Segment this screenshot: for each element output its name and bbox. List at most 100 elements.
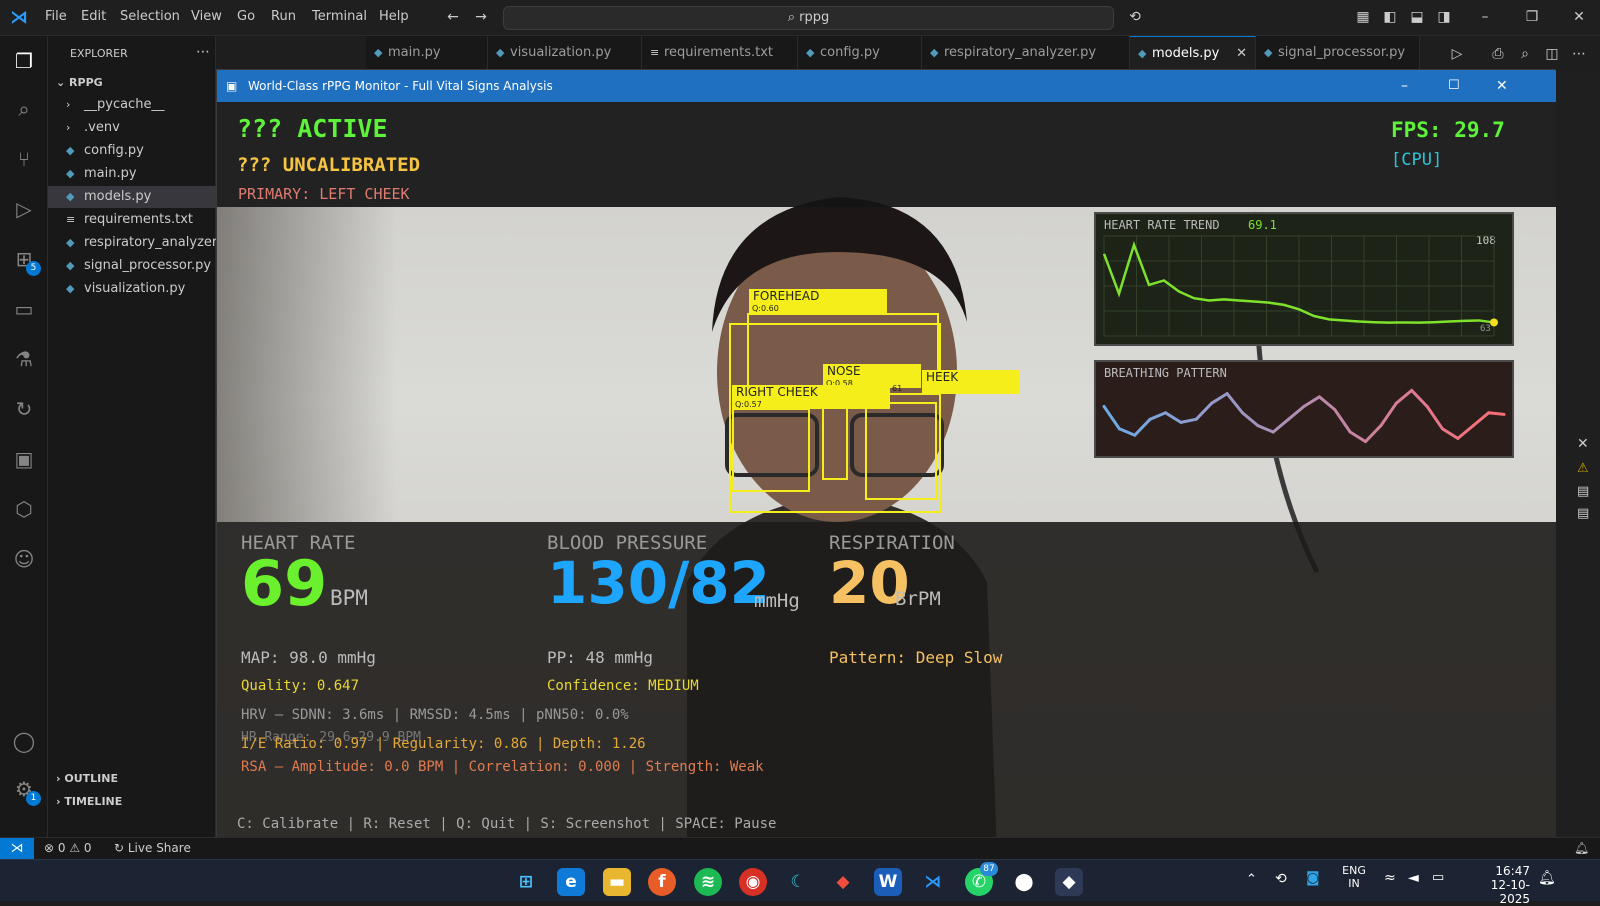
volume-icon[interactable]: ◄: [1408, 870, 1419, 886]
file-explorer-icon[interactable]: ▬: [603, 868, 631, 896]
git-diamond-icon[interactable]: ◆: [829, 868, 857, 896]
print-icon[interactable]: ⎙: [1489, 45, 1507, 63]
breathing-line-segment: [1164, 411, 1183, 424]
menu-view[interactable]: View: [191, 9, 222, 24]
menu-terminal[interactable]: Terminal: [312, 9, 367, 24]
remote-explorer-icon[interactable]: ▭: [10, 295, 38, 323]
sync-icon[interactable]: ⟲: [1275, 871, 1287, 887]
source-control-icon[interactable]: ⑂: [10, 145, 38, 173]
find-file-icon[interactable]: ⌕: [1516, 45, 1534, 63]
run-debug-icon[interactable]: ▷: [10, 195, 38, 223]
wifi-icon[interactable]: ≈: [1384, 870, 1396, 886]
ie-ratio-readout: I/E Ratio: 0.97 | Regularity: 0.86 | Dep…: [241, 736, 646, 752]
tab-visualization[interactable]: ◆ visualization.py: [488, 36, 642, 70]
notification-icon[interactable]: 🔔︎: [1538, 870, 1556, 886]
live-share-icon[interactable]: ↻: [10, 395, 38, 423]
run-file-icon[interactable]: ▷: [1448, 45, 1466, 63]
app-swirl-icon[interactable]: ☾: [784, 868, 812, 896]
breathing-line-segment: [1487, 411, 1506, 416]
command-search-input[interactable]: ⌕ rppg: [503, 6, 1114, 30]
menu-run[interactable]: Run: [271, 9, 296, 24]
battery-icon[interactable]: ▭: [1432, 870, 1444, 885]
python-window-icon[interactable]: ◆: [1055, 868, 1083, 896]
file-visualization[interactable]: ◆ visualization.py: [48, 278, 216, 300]
close-tab-icon[interactable]: ✕: [1236, 37, 1247, 71]
folder-pycache[interactable]: › __pycache__: [48, 94, 216, 116]
windows-start-icon[interactable]: ⊞: [512, 868, 540, 896]
tab-config[interactable]: ◆ config.py: [798, 36, 922, 70]
notifications-bell-icon[interactable]: 🔔︎: [1574, 841, 1589, 855]
containers-icon[interactable]: ⬡: [10, 495, 38, 523]
timeline-section[interactable]: › TIMELINE: [56, 795, 122, 808]
vscode-taskbar-icon[interactable]: ⋊: [919, 868, 947, 896]
toggle-sidebar-icon[interactable]: ◧: [1381, 8, 1399, 26]
terminal-icon[interactable]: ▤: [1577, 506, 1589, 521]
folder-venv[interactable]: › .venv: [48, 117, 216, 139]
minimize-icon[interactable]: –: [1476, 8, 1494, 26]
breathing-line-segment: [1225, 392, 1244, 415]
edge-browser-icon[interactable]: e: [557, 868, 585, 896]
window-close-icon[interactable]: ✕: [1496, 70, 1508, 102]
tab-requirements[interactable]: ≡ requirements.txt: [642, 36, 798, 70]
breathing-line-segment: [1287, 404, 1306, 421]
more-actions-icon[interactable]: ⋯: [196, 44, 210, 60]
rppg-monitor-window[interactable]: ▣ World-Class rPPG Monitor - Full Vital …: [216, 69, 1556, 852]
tab-respiratory-analyzer[interactable]: ◆ respiratory_analyzer.py: [922, 36, 1130, 70]
tab-signal-processor[interactable]: ◆ signal_processor.py: [1256, 36, 1420, 70]
toggle-panel-icon[interactable]: ⬓: [1408, 8, 1426, 26]
activity-bar: ❐ ⌕ ⑂ ▷ ⊞ 5 ▭ ⚗ ↻ ▣ ⬡ ☺ ◯ ⚙ 1: [0, 36, 48, 837]
close-icon[interactable]: ✕: [1570, 8, 1588, 26]
chrome-icon[interactable]: ◉: [739, 868, 767, 896]
word-icon[interactable]: W: [874, 868, 902, 896]
hr-trend-chart: [1102, 235, 1498, 337]
menu-selection[interactable]: Selection: [120, 9, 180, 24]
explorer-icon[interactable]: ❐: [10, 47, 38, 75]
menu-help[interactable]: Help: [379, 9, 409, 24]
account-icon[interactable]: ◯: [10, 727, 38, 755]
layout-customize-icon[interactable]: ▦: [1354, 8, 1372, 26]
app-tray-icon[interactable]: ◙: [1306, 870, 1320, 886]
editor-more-icon[interactable]: ⋯: [1570, 45, 1588, 63]
project-folder[interactable]: ⌄ RPPG: [56, 76, 103, 89]
testing-icon[interactable]: ⚗: [10, 345, 38, 373]
file-requirements[interactable]: ≡ requirements.txt: [48, 209, 216, 231]
live-share-status[interactable]: ↻ Live Share: [114, 841, 191, 855]
firefox-icon[interactable]: f: [648, 868, 676, 896]
tab-main[interactable]: ◆ main.py: [366, 36, 488, 70]
file-models[interactable]: ◆ models.py: [48, 186, 216, 208]
problems-status[interactable]: ⊗ 0 ⚠ 0: [44, 841, 92, 855]
database-icon[interactable]: ▣: [10, 445, 38, 473]
file-main[interactable]: ◆ main.py: [48, 163, 216, 185]
roi-forehead-label: FOREHEAD Q:0.60: [749, 289, 887, 313]
menu-edit[interactable]: Edit: [81, 9, 106, 24]
clock[interactable]: 16:47 12-10-2025: [1464, 864, 1530, 906]
back-arrow-icon[interactable]: ←: [444, 8, 462, 26]
file-config[interactable]: ◆ config.py: [48, 140, 216, 162]
outline-section[interactable]: › OUTLINE: [56, 772, 118, 785]
settings-gear-icon[interactable]: ⚙ 1: [10, 775, 41, 806]
remote-indicator-icon[interactable]: ⋊: [0, 838, 34, 860]
copilot-icon[interactable]: ⟲: [1126, 8, 1144, 26]
toggle-secondary-sidebar-icon[interactable]: ◨: [1435, 8, 1453, 26]
copilot-chat-icon[interactable]: ☺: [10, 545, 38, 573]
github-icon[interactable]: ⬤: [1010, 868, 1038, 896]
chevron-up-icon[interactable]: ⌃: [1246, 872, 1257, 887]
tab-models[interactable]: ◆ models.py ✕: [1130, 36, 1256, 70]
restore-icon[interactable]: ❐: [1523, 8, 1541, 26]
spotify-icon[interactable]: ≋: [694, 868, 722, 896]
file-signal-processor[interactable]: ◆ signal_processor.py: [48, 255, 216, 277]
file-respiratory-analyzer[interactable]: ◆respiratory_analyzer.py: [48, 232, 216, 254]
menu-go[interactable]: Go: [237, 9, 255, 24]
window-maximize-icon[interactable]: ☐: [1448, 70, 1460, 102]
extensions-icon[interactable]: ⊞ 5: [10, 245, 41, 276]
window-minimize-icon[interactable]: –: [1401, 70, 1408, 102]
language-indicator[interactable]: ENG IN: [1340, 864, 1368, 890]
text-file-icon: ≡: [650, 46, 660, 59]
whatsapp-badge: 87: [980, 862, 998, 876]
split-editor-icon[interactable]: ◫: [1543, 45, 1561, 63]
menu-file[interactable]: File: [45, 9, 67, 24]
forward-arrow-icon[interactable]: →: [472, 8, 490, 26]
terminal-icon[interactable]: ▤: [1577, 484, 1589, 499]
panel-close-icon[interactable]: ✕: [1577, 436, 1589, 452]
search-icon[interactable]: ⌕: [10, 95, 38, 123]
